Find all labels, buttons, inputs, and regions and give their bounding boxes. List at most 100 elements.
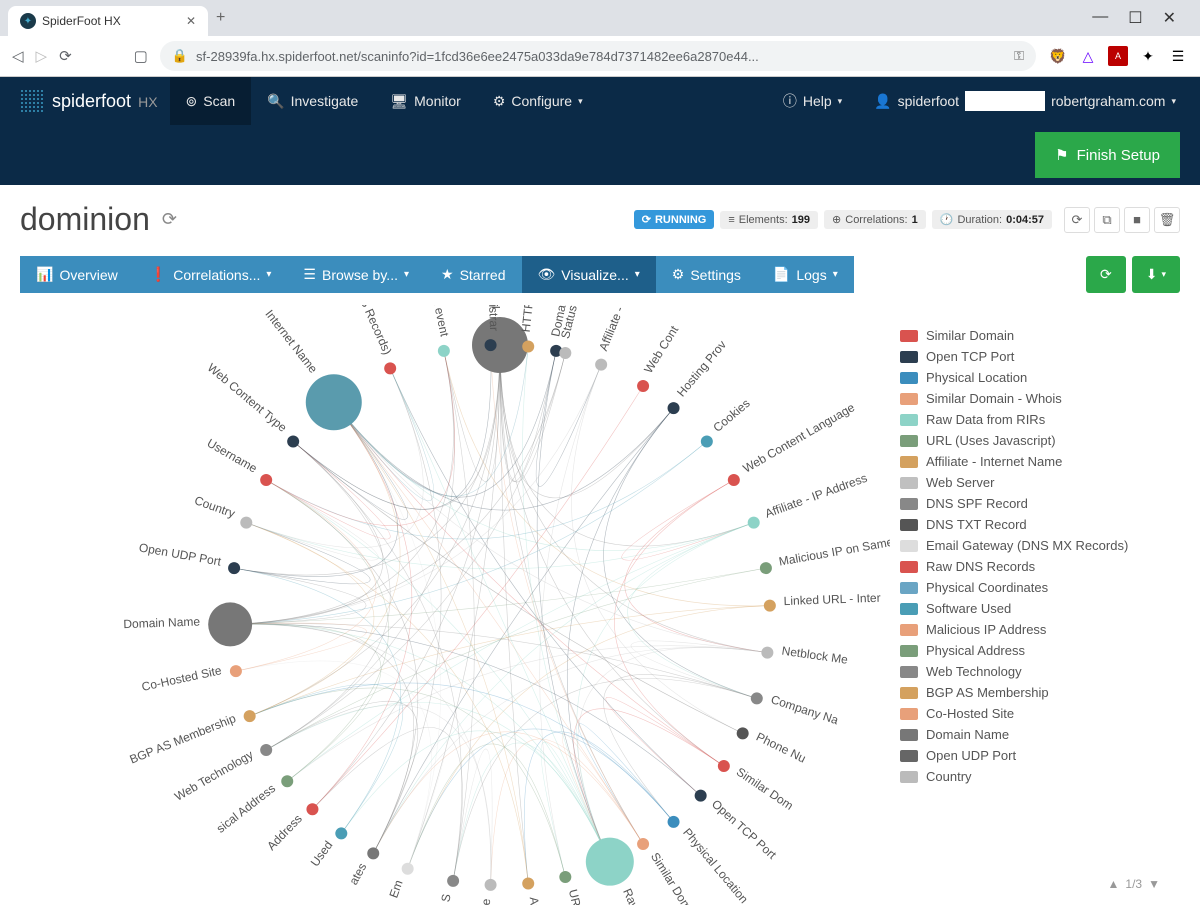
legend-item[interactable]: Open TCP Port (890, 346, 1170, 367)
legend-item[interactable]: Physical Coordinates (890, 577, 1170, 598)
tab-correlations[interactable]: ❗Correlations...▾ (134, 256, 288, 293)
key-icon[interactable]: ⚿ (1014, 48, 1024, 64)
legend-item[interactable]: Raw Data from RIRs (890, 409, 1170, 430)
node-graph[interactable]: IP AddressDomainAffiliate - Web ContHost… (20, 305, 920, 905)
scan-title: dominion (20, 201, 150, 238)
legend-item[interactable]: Country (890, 766, 1170, 787)
legend-item[interactable]: Domain Name (890, 724, 1170, 745)
svg-text:BGP AS Membership: BGP AS Membership (128, 711, 238, 766)
legend-item[interactable]: DNS SPF Record (890, 493, 1170, 514)
tab-icon: ❗ (150, 266, 167, 283)
tab-browseby[interactable]: ☰Browse by...▾ (287, 256, 425, 293)
swatch-icon (900, 729, 918, 741)
legend-item[interactable]: Web Server (890, 472, 1170, 493)
swatch-icon (900, 624, 918, 636)
swatch-icon (900, 498, 918, 510)
new-tab-button[interactable]: + (216, 9, 225, 27)
extension-icons: 🦁 △ A ✦ ☰ (1048, 46, 1188, 66)
tab-icon: 📄 (773, 266, 790, 283)
refresh-icon[interactable]: ⟳ (162, 209, 177, 230)
svg-text:Web Content Language: Web Content Language (740, 400, 857, 476)
legend-item[interactable]: Malicious IP Address (890, 619, 1170, 640)
favicon-icon: ✦ (20, 13, 36, 29)
logo[interactable]: spiderfoot HX (8, 89, 170, 113)
brave-icon[interactable]: 🦁 (1048, 46, 1068, 66)
maximize-icon[interactable]: ☐ (1128, 8, 1142, 28)
nav-bar: ◁ ▷ ⟳ ▢ 🔒 sf-28939fa.hx.spiderfoot.net/s… (0, 36, 1200, 76)
swatch-icon (900, 393, 918, 405)
copy-icon[interactable]: ⧉ (1094, 207, 1120, 233)
pager-down-icon[interactable]: ▼ (1148, 877, 1160, 891)
legend-item[interactable]: BGP AS Membership (890, 682, 1170, 703)
legend-item[interactable]: DNS TXT Record (890, 514, 1170, 535)
legend-item[interactable]: URL (Uses Javascript) (890, 430, 1170, 451)
legend-item[interactable]: Physical Location (890, 367, 1170, 388)
tab-starred[interactable]: ★Starred (425, 256, 521, 293)
help-menu[interactable]: ⓘ Help ▾ (767, 91, 858, 111)
tab-icon: ☰ (303, 266, 316, 283)
svg-text:Address: Address (264, 812, 305, 853)
nav-icon: 🖥 (390, 93, 408, 110)
chevron-down-icon: ▾ (404, 269, 409, 280)
legend-pager[interactable]: ▲ 1/3 ▼ (1108, 877, 1160, 891)
download-button[interactable]: ⬇ ▾ (1132, 256, 1180, 293)
nav-scan[interactable]: ⊚Scan (170, 77, 252, 125)
legend-item[interactable]: Co-Hosted Site (890, 703, 1170, 724)
legend-item[interactable]: Similar Domain (890, 325, 1170, 346)
sub-header: ⚑ Finish Setup (0, 125, 1200, 185)
svg-text:Affiliate -: Affiliate - (596, 305, 626, 353)
tab-settings[interactable]: ⚙Settings (656, 256, 757, 293)
forward-icon: ▷ (36, 47, 48, 65)
chevron-down-icon: ▾ (838, 96, 843, 107)
user-menu[interactable]: 👤 spiderfoot robertgraham.com ▾ (858, 91, 1192, 111)
svg-text:Company Na: Company Na (769, 692, 840, 727)
triangle-icon[interactable]: △ (1078, 46, 1098, 66)
legend-item[interactable]: Raw DNS Records (890, 556, 1170, 577)
tab-overview[interactable]: 📊Overview (20, 256, 134, 293)
back-icon[interactable]: ◁ (12, 47, 24, 65)
legend-item[interactable]: Web Technology (890, 661, 1170, 682)
minimize-icon[interactable]: — (1092, 8, 1108, 28)
refresh-viz-button[interactable]: ⟳ (1086, 256, 1126, 293)
chevron-down-icon: ▾ (833, 269, 838, 280)
browser-tab[interactable]: ✦ SpiderFoot HX ✕ (8, 6, 208, 36)
close-icon[interactable]: ✕ (186, 14, 196, 28)
svg-text:Username: Username (205, 436, 260, 476)
pdf-icon[interactable]: A (1108, 46, 1128, 66)
legend-item[interactable]: Open UDP Port (890, 745, 1170, 766)
bookmark-icon[interactable]: ▢ (134, 47, 148, 65)
stop-icon[interactable]: ■ (1124, 207, 1150, 233)
legend-item[interactable]: Affiliate - Internet Name (890, 451, 1170, 472)
svg-text:sical Address: sical Address (214, 781, 278, 836)
svg-text:HTTP Headers: HTTP Headers (519, 305, 541, 333)
swatch-icon (900, 414, 918, 426)
legend-item[interactable]: Email Gateway (DNS MX Records) (890, 535, 1170, 556)
svg-text:URL (Uses Javascript): URL (Uses Javascript) (566, 888, 609, 905)
close-window-icon[interactable]: ✕ (1163, 8, 1176, 28)
tab-visualize[interactable]: 👁Visualize...▾ (522, 256, 656, 293)
pager-up-icon[interactable]: ▲ (1108, 877, 1120, 891)
legend-item[interactable]: Similar Domain - Whois (890, 388, 1170, 409)
tab-icon: ⚙ (672, 266, 685, 283)
legend-item[interactable]: Physical Address (890, 640, 1170, 661)
reload-icon[interactable]: ⟳ (59, 47, 72, 65)
finish-setup-button[interactable]: ⚑ Finish Setup (1035, 132, 1180, 178)
tab-logs[interactable]: 📄Logs▾ (757, 256, 854, 293)
user-redacted (965, 91, 1045, 111)
delete-icon[interactable]: 🗑 (1154, 207, 1180, 233)
menu-icon[interactable]: ☰ (1168, 46, 1188, 66)
puzzle-icon[interactable]: ✦ (1138, 46, 1158, 66)
svg-text:Malicious IP on Same: Malicious IP on Same (778, 535, 895, 569)
flag-icon: ⚑ (1055, 146, 1068, 164)
swatch-icon (900, 645, 918, 657)
nav-configure[interactable]: ⚙Configure▾ (477, 77, 599, 125)
svg-text:Open TCP Port: Open TCP Port (709, 797, 780, 862)
help-icon: ⓘ (783, 91, 797, 111)
url-bar[interactable]: 🔒 sf-28939fa.hx.spiderfoot.net/scaninfo?… (160, 41, 1036, 71)
duration-badge: 🕐 Duration: 0:04:57 (932, 210, 1052, 229)
reload-scan-icon[interactable]: ⟳ (1064, 207, 1090, 233)
nav-investigate[interactable]: 🔍Investigate (251, 77, 374, 125)
swatch-icon (900, 561, 918, 573)
nav-monitor[interactable]: 🖥Monitor (374, 77, 476, 125)
legend-item[interactable]: Software Used (890, 598, 1170, 619)
